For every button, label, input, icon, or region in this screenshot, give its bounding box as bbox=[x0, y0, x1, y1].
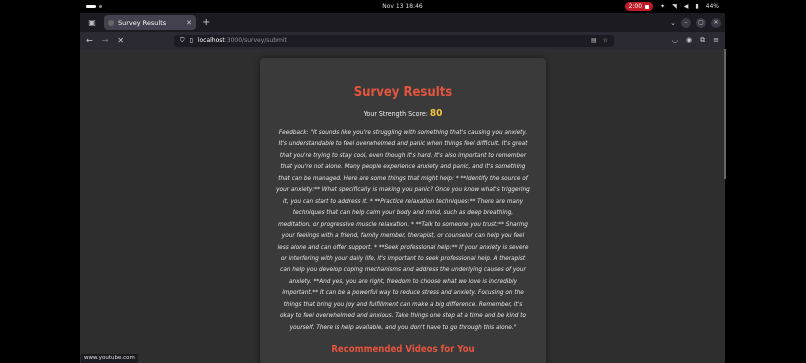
tab-survey-results[interactable]: Survey Results ✕ bbox=[104, 15, 196, 30]
maximize-button[interactable]: ▢ bbox=[696, 17, 706, 28]
feedback-text: Feedback: "It sounds like you're struggl… bbox=[276, 128, 530, 331]
extensions-icon[interactable]: ⧉ bbox=[700, 36, 705, 45]
forward-icon[interactable]: → bbox=[102, 36, 109, 45]
page-title: Survey Results bbox=[353, 85, 453, 100]
results-card: Survey Results Your Strength Score: 80 F… bbox=[260, 58, 546, 363]
url-bar[interactable]: ⛉ ▯ localhost:3000/survey/submit ▤ ☆ bbox=[174, 34, 614, 47]
stop-loading-icon[interactable]: ✕ bbox=[117, 36, 124, 45]
status-bar-url: www.youtube.com bbox=[81, 354, 138, 363]
battery-icon[interactable]: ▮ bbox=[695, 3, 698, 10]
menu-icon[interactable]: ≡ bbox=[713, 36, 719, 45]
reader-view-icon[interactable]: ▤ bbox=[591, 37, 597, 44]
record-time: 2:00 bbox=[628, 3, 643, 10]
url-path: :3000/survey/submit bbox=[224, 37, 287, 44]
shield-icon[interactable]: ⛉ bbox=[180, 37, 185, 45]
bookmark-star-icon[interactable]: ☆ bbox=[603, 37, 608, 44]
system-top-bar: Nov 13 18:46 2:00 ✦ ◥ ◀ ▮ 44% bbox=[80, 0, 725, 13]
tab-overview-icon[interactable]: ▣ bbox=[84, 15, 100, 31]
tab-title: Survey Results bbox=[118, 18, 167, 27]
page-viewport: Survey Results Your Strength Score: 80 F… bbox=[80, 49, 725, 363]
wifi-icon[interactable]: ◥ bbox=[672, 3, 677, 10]
page-scrollbar[interactable] bbox=[724, 49, 726, 179]
stop-icon bbox=[645, 4, 650, 9]
volume-icon[interactable]: ◀ bbox=[684, 3, 689, 10]
score-label: Your Strength Score: bbox=[363, 110, 428, 118]
screen: { "system": { "clock": "Nov 13 18:46", "… bbox=[0, 0, 806, 363]
page-icon[interactable]: ▯ bbox=[190, 37, 193, 44]
browser-tab-strip: ▣ Survey Results ✕ + ⌄ – ▢ ✕ bbox=[80, 13, 725, 32]
browser-nav-bar: ← → ✕ ⛉ ▯ localhost:3000/survey/submit ▤… bbox=[80, 32, 725, 49]
close-tab-icon[interactable]: ✕ bbox=[186, 19, 192, 27]
recommended-videos-heading: Recommended Videos for You bbox=[331, 344, 475, 356]
new-tab-button[interactable]: + bbox=[202, 17, 210, 28]
system-clock[interactable]: Nov 13 18:46 bbox=[382, 3, 422, 10]
screen-recording-indicator[interactable]: 2:00 bbox=[624, 2, 654, 11]
loading-favicon-icon bbox=[108, 19, 114, 26]
activities-button[interactable] bbox=[86, 5, 102, 8]
strength-score: Your Strength Score: 80 bbox=[260, 108, 546, 119]
accessibility-icon[interactable]: ✦ bbox=[660, 3, 665, 10]
account-icon[interactable]: ◉ bbox=[686, 36, 692, 45]
list-tabs-icon[interactable]: ⌄ bbox=[670, 19, 676, 27]
score-value: 80 bbox=[429, 108, 443, 119]
minimize-button[interactable]: – bbox=[681, 17, 691, 28]
battery-percent[interactable]: 44% bbox=[706, 3, 719, 10]
close-window-button[interactable]: ✕ bbox=[711, 17, 721, 28]
pocket-icon[interactable]: ◡ bbox=[672, 36, 678, 45]
back-icon[interactable]: ← bbox=[86, 36, 93, 45]
url-host: localhost bbox=[197, 37, 225, 44]
